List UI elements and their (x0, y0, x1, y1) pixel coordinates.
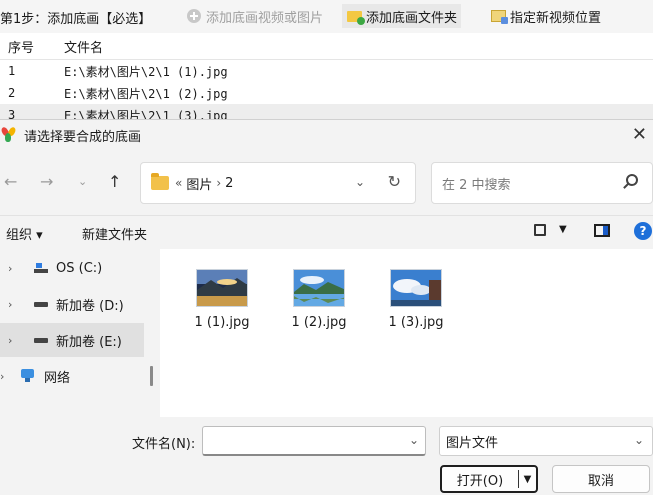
network-icon (20, 369, 36, 383)
row-filename: E:\素材\图片\2\1 (1).jpg (64, 64, 228, 79)
app-logo-icon (0, 126, 18, 143)
tree-item-c-drive[interactable]: › OS (C:) (0, 251, 144, 285)
open-button-label: 打开(O) (456, 473, 504, 489)
cancel-button[interactable]: 取消 (552, 465, 650, 493)
file-type-select[interactable]: 图片文件 ⌄ (439, 426, 653, 456)
filename-label: 文件名(N): (132, 437, 196, 452)
chevron-down-icon[interactable]: ⌄ (634, 433, 644, 447)
tree-item-label: 网络 (44, 370, 71, 386)
dialog-title-bar[interactable]: 请选择要合成的底画 ✕ (0, 120, 653, 150)
column-filename[interactable]: 文件名 (60, 37, 653, 56)
row-index: 1 (8, 64, 16, 78)
tree-item-label: 新加卷 (E:) (56, 334, 122, 350)
address-dropdown-icon[interactable]: ⌄ (355, 175, 365, 189)
organize-button[interactable]: 组织 ▾ (6, 224, 43, 243)
preview-pane-icon[interactable] (594, 224, 610, 237)
tree-scrollbar[interactable] (150, 366, 153, 386)
add-video-or-image-button[interactable]: 添加底画视频或图片 (182, 4, 327, 28)
file-item[interactable]: 1 (2).jpg (284, 269, 354, 330)
table-header: 序号 文件名 (0, 33, 653, 60)
expand-chevron-icon[interactable]: › (8, 298, 22, 311)
set-video-location-button[interactable]: 指定新视频位置 (486, 4, 605, 28)
table-row[interactable]: 1 E:\素材\图片\2\1 (1).jpg (0, 60, 653, 82)
dialog-body: › OS (C:) › 新加卷 (D:) › 新加卷 (E:) › 网络 1 (… (0, 249, 653, 417)
open-dropdown-icon[interactable]: ▼ (519, 474, 536, 485)
os-drive-icon (34, 263, 48, 273)
view-mode-icon[interactable] (534, 224, 546, 236)
address-overflow[interactable]: « (175, 176, 182, 190)
search-icon (626, 174, 638, 186)
search-placeholder: 在 2 中搜索 (442, 177, 511, 193)
open-file-dialog: 请选择要合成的底画 ✕ ← → ⌄ ↑ « 图片 › 2 ⌄ ↻ 在 2 中搜索… (0, 119, 653, 495)
up-arrow-icon[interactable]: ↑ (108, 172, 121, 191)
step-label: 第1步：添加底画【必选】 (0, 12, 152, 27)
add-folder-button[interactable]: 添加底画文件夹 (342, 4, 462, 28)
file-item[interactable]: 1 (1).jpg (187, 269, 257, 330)
row-filename: E:\素材\图片\2\1 (2).jpg (64, 86, 228, 101)
expand-chevron-icon[interactable]: › (0, 370, 14, 383)
file-name: 1 (1).jpg (194, 315, 250, 330)
help-icon[interactable]: ? (634, 222, 652, 240)
open-button[interactable]: 打开(O) ▼ (440, 465, 538, 493)
add-video-or-image-label: 添加底画视频或图片 (206, 10, 324, 26)
file-item[interactable]: 1 (3).jpg (381, 269, 451, 330)
tree-item-label: 新加卷 (D:) (56, 298, 124, 314)
breadcrumb-2[interactable]: 2 (225, 176, 233, 191)
tree-item-d-drive[interactable]: › 新加卷 (D:) (0, 287, 144, 321)
row-index: 2 (8, 86, 16, 100)
image-thumbnail (196, 269, 248, 307)
new-folder-button[interactable]: 新建文件夹 (82, 224, 147, 243)
add-folder-label: 添加底画文件夹 (366, 10, 458, 26)
file-name: 1 (2).jpg (291, 315, 347, 330)
circle-plus-icon (186, 8, 202, 24)
filename-input[interactable]: ⌄ (202, 426, 426, 456)
table-row[interactable]: 2 E:\素材\图片\2\1 (2).jpg (0, 82, 653, 104)
refresh-icon[interactable]: ↻ (388, 172, 401, 191)
dialog-title: 请选择要合成的底画 (24, 129, 142, 145)
tree-item-network[interactable]: › 网络 (0, 359, 144, 393)
forward-arrow-icon[interactable]: → (40, 172, 53, 191)
recent-locations-chevron-icon[interactable]: ⌄ (78, 175, 87, 188)
column-index[interactable]: 序号 (0, 37, 60, 56)
cancel-button-label: 取消 (587, 473, 614, 489)
command-bar: 组织 ▾ 新建文件夹 ▼ ? (0, 215, 653, 247)
drive-icon (34, 337, 48, 343)
navigation-row: ← → ⌄ ↑ « 图片 › 2 ⌄ ↻ 在 2 中搜索 (0, 152, 653, 212)
tree-item-label: OS (C:) (56, 260, 103, 276)
set-video-location-label: 指定新视频位置 (510, 10, 602, 26)
file-type-value: 图片文件 (446, 435, 499, 451)
folder-icon (151, 173, 169, 190)
close-icon[interactable]: ✕ (632, 124, 647, 145)
tree-item-e-drive[interactable]: › 新加卷 (E:) (0, 323, 144, 357)
search-input[interactable]: 在 2 中搜索 (431, 162, 653, 204)
drive-icon (34, 301, 48, 307)
file-pane: 1 (1).jpg 1 (2).jpg 1 (3).jpg (160, 249, 653, 417)
image-thumbnail (390, 269, 442, 307)
dialog-footer: 文件名(N): ⌄ 图片文件 ⌄ 打开(O) ▼ 取消 (0, 417, 653, 495)
address-bar[interactable]: « 图片 › 2 ⌄ ↻ (140, 162, 416, 204)
expand-chevron-icon[interactable]: › (8, 334, 22, 347)
add-folder-icon (346, 8, 365, 25)
navigation-tree: › OS (C:) › 新加卷 (D:) › 新加卷 (E:) › 网络 (0, 249, 160, 417)
file-list-table: 序号 文件名 1 E:\素材\图片\2\1 (1).jpg 2 E:\素材\图片… (0, 33, 653, 126)
image-location-icon (490, 8, 508, 24)
expand-chevron-icon[interactable]: › (8, 262, 22, 275)
file-name: 1 (3).jpg (388, 315, 444, 330)
app-toolbar: 第1步：添加底画【必选】 添加底画视频或图片 添加底画文件夹 指定新视频位置 (0, 0, 653, 33)
image-thumbnail (293, 269, 345, 307)
back-arrow-icon[interactable]: ← (4, 172, 17, 191)
view-dropdown-icon[interactable]: ▼ (559, 224, 567, 235)
chevron-down-icon[interactable]: ⌄ (409, 433, 419, 447)
breadcrumb-chevron-icon: › (216, 176, 222, 190)
breadcrumb-pictures[interactable]: 图片 (186, 174, 212, 193)
